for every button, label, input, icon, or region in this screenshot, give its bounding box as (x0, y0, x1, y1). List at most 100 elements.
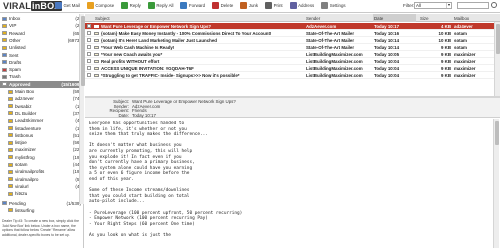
folder-item[interactable]: listsurfing (0, 207, 84, 214)
folder-item[interactable]: Unlisted (0, 44, 84, 51)
folder-item[interactable]: listadventure(1) (0, 125, 84, 132)
message-row[interactable]: ACCESS UNIQUE INVITATION: #GQDAH-T6F List… (85, 65, 500, 72)
col-sender[interactable]: Sender (306, 16, 320, 21)
toolbar-button[interactable]: Reply All (147, 2, 173, 9)
filter-label: Filter: (403, 3, 415, 8)
list-scrollbar[interactable] (494, 22, 500, 96)
row-subject: *Struggling to get TRAFFIC- Inside- Sign… (101, 73, 240, 78)
row-checkbox[interactable] (87, 45, 91, 49)
folder-icon (8, 140, 13, 145)
message-row[interactable]: *Your new Coach awaits you* ListBuildingM… (85, 51, 500, 58)
message-row[interactable]: {sotam} It's Here! Land Marketing Mailer… (85, 37, 500, 44)
folder-scrollbar[interactable] (79, 14, 85, 204)
folder-name: listjoe (15, 140, 27, 146)
folder-icon (8, 169, 13, 174)
toolbar-button[interactable]: Get Mail (55, 2, 80, 9)
row-sender: ListBuildingMaximizer.com (306, 66, 363, 71)
row-checkbox[interactable] (87, 66, 91, 70)
folder-item[interactable]: Reward (65) (0, 30, 84, 37)
row-subject: Real profits WITHOUT effort (101, 59, 160, 64)
envelope-icon (94, 73, 99, 77)
folder-item[interactable]: viralurl(4) (0, 183, 84, 190)
folder-item[interactable]: Inbox(2) (0, 15, 84, 22)
row-date: Today 10:17 (374, 24, 400, 29)
folder-item[interactable]: DL Builder (37) (0, 110, 84, 117)
row-size: 10 KB (438, 31, 451, 36)
row-checkbox[interactable] (87, 31, 91, 35)
folder-icon (2, 67, 7, 72)
envelope-icon (94, 38, 99, 42)
folder-icon (2, 60, 7, 65)
folder-name: adz4ever (15, 96, 34, 102)
toolbar-button[interactable]: Address (289, 2, 314, 9)
toolbar-button[interactable]: Print (265, 2, 283, 9)
filter-select[interactable]: All ▼ (414, 2, 452, 9)
col-date[interactable]: Date (373, 14, 416, 22)
folder-item[interactable]: LeadSkimmer(4) (0, 117, 84, 124)
folder-item[interactable]: viralmailprofits (19) (0, 168, 84, 175)
folder-name: sotam (15, 162, 28, 167)
folder-item[interactable]: VIP(2) (0, 22, 84, 29)
folder-item[interactable]: Trash (0, 73, 84, 80)
row-checkbox[interactable] (87, 24, 91, 28)
toolbar-button[interactable]: Junk (240, 2, 258, 9)
folder-icon (2, 23, 7, 28)
folder-item[interactable]: mylistfrog (19) (0, 154, 84, 161)
row-checkbox[interactable] (87, 59, 91, 63)
row-date: Today 10:16 (374, 31, 400, 36)
envelope-icon (94, 59, 99, 63)
folder-item[interactable]: listbonus (51) (0, 132, 84, 139)
folder-item[interactable]: Drafts (0, 59, 84, 66)
message-row[interactable]: {sotam} Make Easy Money Instantly - 100%… (85, 30, 500, 37)
folder-item[interactable]: listjoe (56) (0, 139, 84, 146)
folder-item[interactable]: Main Box (59) (0, 88, 84, 95)
row-date: Today 10:05 (374, 52, 400, 57)
toolbar-button[interactable]: Compose (86, 2, 114, 9)
folder-item[interactable]: bwsabiz(1) (0, 103, 84, 110)
row-checkbox[interactable] (87, 38, 91, 42)
search-input[interactable] (457, 2, 489, 9)
folder-name: bwsabiz (15, 103, 32, 109)
toolbar-button[interactable]: Delete (212, 2, 233, 9)
folder-name: viralmailprofits (15, 169, 45, 175)
row-sender: State-Of-The-Art Mailer (306, 38, 355, 43)
folder-item[interactable]: Other (6973) (0, 37, 84, 44)
app-logo[interactable]: VIRALinBOX (3, 1, 62, 11)
col-subject[interactable]: Subject (95, 16, 110, 21)
folder-icon (8, 96, 13, 101)
message-row[interactable]: Real profits WITHOUT effort ListBuildingM… (85, 58, 500, 65)
folder-item[interactable]: Pending (1/539) (0, 200, 84, 207)
folder-item[interactable]: viralmailpro(5) (0, 176, 84, 183)
folder-icon (2, 201, 7, 205)
toolbar-label: Junk (248, 3, 259, 8)
row-checkbox[interactable] (87, 52, 91, 56)
folder-item[interactable]: Sent (0, 52, 84, 59)
col-mailbox[interactable]: Mailbox (454, 16, 469, 21)
folder-name: mylistfrog (15, 154, 35, 160)
folder-item[interactable]: adz4ever (74) (0, 95, 84, 102)
search-icon[interactable] (491, 2, 497, 8)
folder-item[interactable]: sotam (44) (0, 161, 84, 168)
toolbar-button[interactable]: Reply (121, 2, 141, 9)
folder-name: viralmailpro (15, 176, 39, 182)
toolbar: Get Mail Compose Reply Reply All Forward Dele… (55, 2, 346, 9)
folder-item[interactable]: hits2u (0, 190, 84, 197)
toolbar-button[interactable]: Forward (180, 2, 205, 9)
col-size[interactable]: Size (420, 16, 429, 21)
list-scrollbar-thumb[interactable] (496, 24, 500, 54)
toolbar-button[interactable]: Settings (321, 2, 346, 9)
row-checkbox[interactable] (87, 73, 91, 77)
preview-scrollbar-thumb[interactable] (495, 121, 499, 145)
folder-item[interactable]: maximizer (22) (0, 146, 84, 153)
folder-icon (2, 31, 7, 36)
folder-item[interactable]: Spam (0, 66, 84, 73)
chevron-down-icon[interactable]: ▼ (446, 3, 451, 8)
logo-part1: VIRAL (3, 1, 31, 11)
preview-scrollbar[interactable] (493, 119, 499, 248)
envelope-icon (94, 24, 99, 28)
message-row[interactable]: Want Pure Leverage or Empower Network Si… (85, 23, 500, 30)
folder-item[interactable]: Approved (15/1609) (0, 80, 84, 88)
row-mailbox: maximizer (454, 73, 476, 78)
message-row[interactable]: *Struggling to get TRAFFIC- Inside- Sign… (85, 72, 500, 79)
message-row[interactable]: *Your Web Cash Machine Is Ready! State-Of… (85, 44, 500, 51)
